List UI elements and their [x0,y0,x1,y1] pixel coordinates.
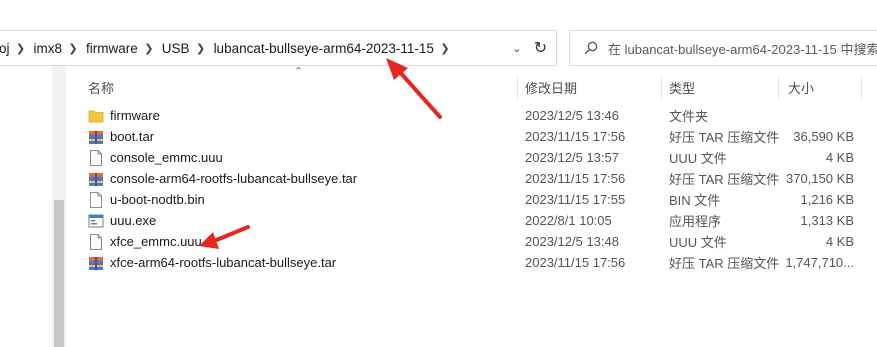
breadcrumb-label[interactable]: USB [156,41,194,56]
file-type: UUU 文件 [669,151,727,166]
archive-icon [88,171,104,187]
file-name: xfce-arm64-rootfs-lubancat-bullseye.tar [110,255,337,270]
file-name: firmware [110,108,160,123]
file-size: 1,747,710... [785,255,854,270]
refresh-icon: ↻ [533,40,548,57]
search-input[interactable]: 在 lubancat-bullseye-arm64-2023-11-15 中搜索 [569,30,877,66]
chevron-right-icon[interactable]: ❯ [194,42,208,55]
file-size: 36,590 KB [793,129,854,144]
file-type: BIN 文件 [669,193,721,208]
file-icon [88,233,104,250]
file-icon [88,191,104,208]
file-size: 4 KB [825,234,854,249]
breadcrumb-label[interactable]: oj [0,41,14,56]
column-header-date[interactable]: 修改日期 [525,72,577,102]
file-name: xfce_emmc.uuu [110,234,202,249]
breadcrumb-label[interactable]: imx8 [28,41,67,56]
file-type: 好压 TAR 压缩文件 [669,130,780,145]
file-date: 2022/8/1 10:05 [525,213,612,228]
file-type: UUU 文件 [669,235,727,250]
archive-icon [88,129,104,145]
column-header-size[interactable]: 大小 [788,72,814,102]
file-name: console-arm64-rootfs-lubancat-bullseye.t… [110,171,358,186]
file-date: 2023/11/15 17:56 [525,255,626,270]
sort-ascending-icon: ⌃ [294,66,304,78]
chevron-right-icon[interactable]: ❯ [438,42,452,55]
breadcrumb-label[interactable]: firmware [80,41,142,56]
file-size: 370,150 KB [786,171,854,186]
column-divider[interactable] [661,76,662,100]
refresh-button[interactable]: ↻ [525,30,557,66]
column-header-name[interactable]: 名称 [88,72,114,102]
file-type: 好压 TAR 压缩文件 [669,256,780,271]
file-type: 好压 TAR 压缩文件 [669,172,780,187]
file-row[interactable]: console-arm64-rootfs-lubancat-bullseye.t… [76,168,866,189]
file-row[interactable]: firmware 2023/12/5 13:46 文件夹 [76,105,866,126]
search-icon [584,41,598,55]
file-type: 文件夹 [669,109,709,124]
file-row[interactable]: console_emmc.uuu 2023/12/5 13:57 UUU 文件 … [76,147,866,168]
chevron-right-icon[interactable]: ❯ [66,42,80,55]
file-date: 2023/12/5 13:57 [525,150,619,165]
file-type: 应用程序 [669,214,722,229]
file-size: 1,313 KB [800,213,855,228]
file-name: uuu.exe [110,213,157,228]
chevron-right-icon[interactable]: ❯ [142,42,156,55]
file-size: 4 KB [825,150,854,165]
file-date: 2023/11/15 17:56 [525,171,626,186]
column-divider[interactable] [517,76,518,100]
file-name: boot.tar [110,129,155,144]
breadcrumb-item[interactable]: oj ❯ [0,31,28,65]
column-divider[interactable] [861,76,862,100]
column-header-row: ⌃ 名称 修改日期 类型 大小 [76,66,866,102]
file-row[interactable]: xfce_emmc.uuu 2023/12/5 13:48 UUU 文件 4 K… [76,231,866,252]
file-row[interactable]: boot.tar 2023/11/15 17:56 好压 TAR 压缩文件 36… [76,126,866,147]
file-icon [88,149,104,166]
file-date: 2023/12/5 13:46 [525,108,619,123]
file-date: 2023/11/15 17:56 [525,129,626,144]
file-row[interactable]: uuu.exe 2022/8/1 10:05 应用程序 1,313 KB [76,210,866,231]
breadcrumb-item[interactable]: lubancat-bullseye-arm64-2023-11-15 ❯ [208,31,452,65]
file-row[interactable]: xfce-arm64-rootfs-lubancat-bullseye.tar … [76,252,866,273]
breadcrumb-item[interactable]: imx8 ❯ [28,31,81,65]
file-name: u-boot-nodtb.bin [110,192,205,207]
address-bar[interactable]: oj ❯ imx8 ❯ firmware ❯ USB ❯ lubancat-bu… [0,30,557,66]
archive-icon [88,255,104,271]
chevron-right-icon[interactable]: ❯ [14,42,28,55]
file-date: 2023/12/5 13:48 [525,234,619,249]
file-row[interactable]: u-boot-nodtb.bin 2023/11/15 17:55 BIN 文件… [76,189,866,210]
folder-icon [88,108,104,124]
exe-icon [88,213,104,229]
column-header-type[interactable]: 类型 [669,72,695,102]
breadcrumb-label[interactable]: lubancat-bullseye-arm64-2023-11-15 [208,41,438,56]
nav-pane-scroll-thumb[interactable] [54,200,64,347]
column-divider[interactable] [778,76,779,100]
file-date: 2023/11/15 17:55 [525,192,626,207]
search-placeholder: 在 lubancat-bullseye-arm64-2023-11-15 中搜索 [608,41,877,57]
file-name: console_emmc.uuu [110,150,223,165]
file-size: 1,216 KB [800,192,855,207]
breadcrumb-item[interactable]: firmware ❯ [80,31,156,65]
file-size [784,105,854,126]
breadcrumb-item[interactable]: USB ❯ [156,31,208,65]
